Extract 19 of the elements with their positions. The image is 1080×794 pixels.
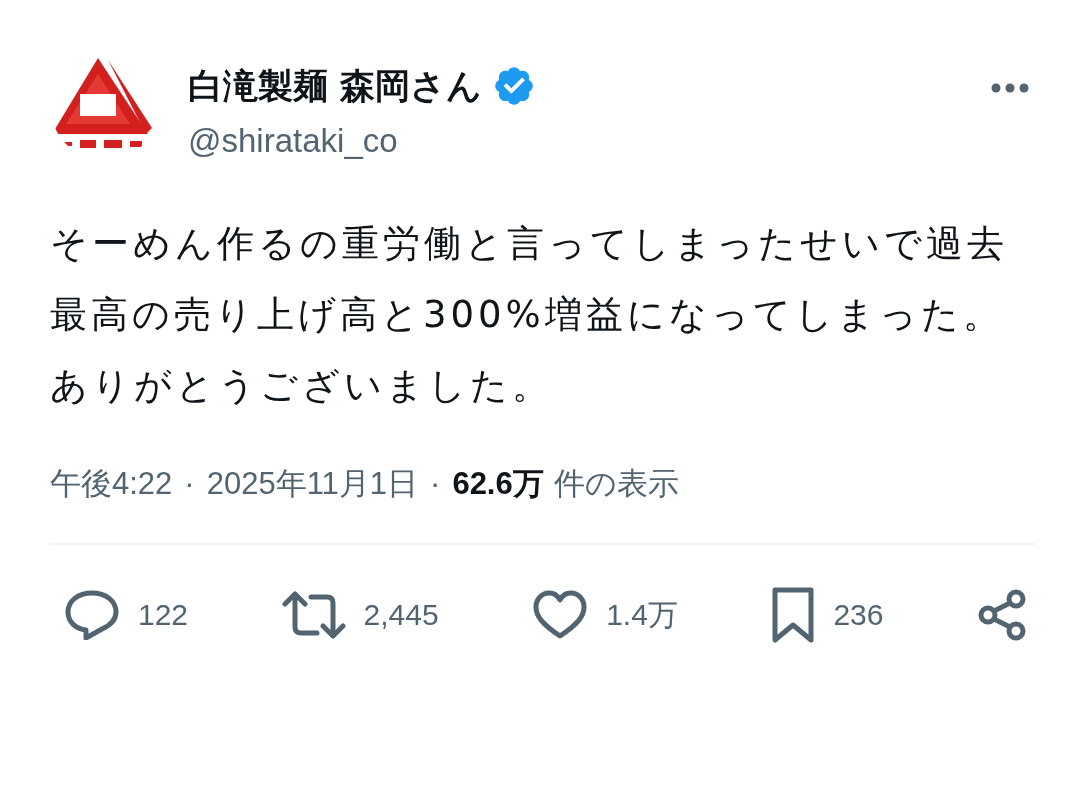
action-count: 1.4万 — [606, 596, 678, 633]
post-text: そーめん作るの重労働と言ってしまったせいで過去最高の売り上げ高と300%増益になってしまった。 — [50, 221, 1009, 338]
bookmark-icon[interactable] — [771, 587, 816, 643]
action-count: 122 — [138, 598, 189, 632]
separator-dot: · — [184, 466, 195, 502]
reply-icon[interactable] — [64, 590, 120, 640]
view-count: 62.6万 — [452, 465, 544, 503]
action-count: 2,445 — [363, 598, 439, 632]
repost-icon[interactable] — [281, 590, 346, 640]
action-count: 236 — [833, 598, 884, 632]
separator-dot: · — [430, 466, 441, 502]
post-date: 2025年11月1日 — [206, 465, 419, 503]
more-icon[interactable] — [990, 82, 1030, 94]
post-time: 午後4:22 — [50, 465, 173, 503]
post-text: ありがとうございました。 — [50, 363, 554, 409]
author-name[interactable]: 白滝製麺 森岡さん — [188, 62, 483, 110]
heart-icon[interactable] — [532, 590, 589, 640]
views-label: 件の表示 — [553, 465, 679, 503]
author-handle[interactable]: @shirataki_co — [188, 122, 990, 160]
